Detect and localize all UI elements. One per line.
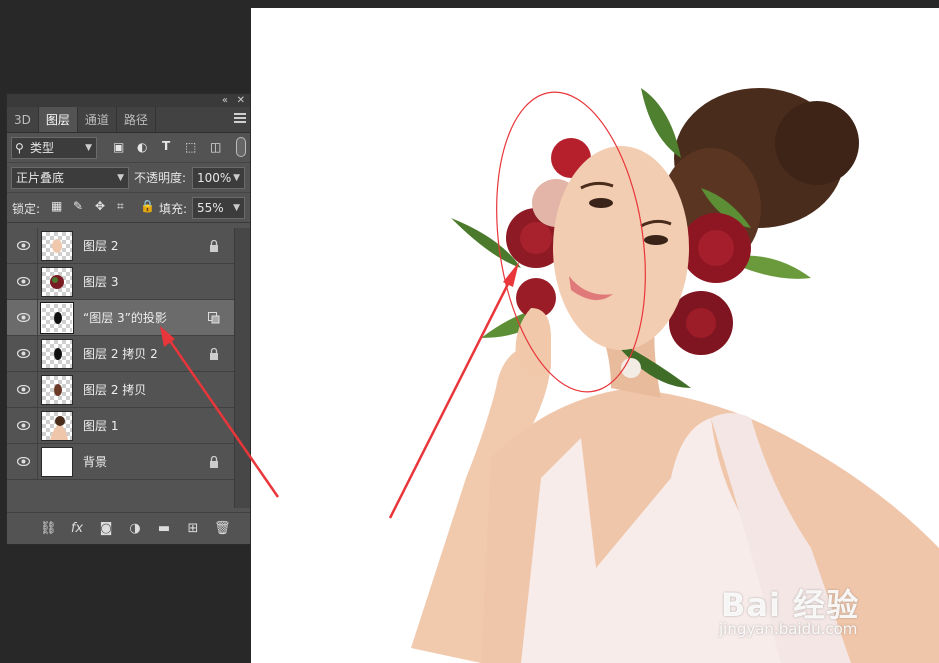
opacity-value: 100% xyxy=(197,171,232,185)
adjustment-filter-icon[interactable]: ◐ xyxy=(137,140,147,154)
layer-row[interactable]: 图层 3 xyxy=(7,264,235,300)
layer-thumbnail xyxy=(41,339,73,369)
lock-icon xyxy=(210,240,218,252)
fx-icon[interactable]: fx xyxy=(69,521,85,536)
adjustment-icon[interactable]: ◑ xyxy=(127,521,143,536)
tab-channels[interactable]: 通道 xyxy=(78,107,117,132)
panel-menu-icon[interactable] xyxy=(234,113,246,125)
divider xyxy=(37,228,38,264)
layer-thumbnail xyxy=(40,302,74,334)
opacity-field[interactable]: 100% ▼ xyxy=(192,167,245,189)
smart-object-icon xyxy=(208,312,220,324)
search-icon: ⚲ xyxy=(15,141,24,155)
tab-paths[interactable]: 路径 xyxy=(117,107,156,132)
blend-mode-value: 正片叠底 xyxy=(16,171,65,185)
lock-all-icon[interactable]: 🔒 xyxy=(140,199,155,213)
layer-thumbnail xyxy=(41,231,73,261)
layer-list: 图层 2 图层 3 “图层 3”的投影 图层 2 拷贝 2 图层 2 拷贝 图层… xyxy=(7,228,235,508)
link-icon[interactable]: ⛓ xyxy=(40,521,57,536)
filter-row: ⚲ 类型 ▼ ▣ ◐ T ⬚ ◫ xyxy=(7,133,250,163)
layers-panel: « ✕ 3D 图层 通道 路径 ⚲ 类型 ▼ ▣ ◐ T ⬚ ◫ 正片叠底 ▼ … xyxy=(6,93,251,545)
document-canvas[interactable]: Bai 经验 jingyan.baidu.com xyxy=(251,8,939,663)
eye-icon[interactable] xyxy=(17,313,30,322)
divider xyxy=(37,336,38,372)
smart-object-filter-icon[interactable]: ◫ xyxy=(210,140,221,154)
divider xyxy=(37,300,38,336)
blend-mode-select[interactable]: 正片叠底 ▼ xyxy=(11,167,129,189)
divider xyxy=(37,444,38,480)
layers-scrollbar[interactable] xyxy=(234,228,250,508)
layer-row-selected[interactable]: “图层 3”的投影 xyxy=(7,300,235,336)
type-filter-icon[interactable]: T xyxy=(162,139,170,153)
eye-icon[interactable] xyxy=(17,277,30,286)
eye-icon[interactable] xyxy=(17,241,30,250)
lock-transparent-icon[interactable]: ▦ xyxy=(51,199,62,213)
layer-name[interactable]: 图层 2 拷贝 xyxy=(83,372,146,408)
layer-thumbnail xyxy=(41,411,73,441)
eye-icon[interactable] xyxy=(17,421,30,430)
panel-title-bar[interactable]: « ✕ xyxy=(7,94,250,107)
eye-icon[interactable] xyxy=(17,385,30,394)
lock-icon xyxy=(210,456,218,468)
fill-label: 填充: xyxy=(159,202,188,216)
chevron-down-icon: ▼ xyxy=(117,173,124,183)
watermark-url: jingyan.baidu.com xyxy=(719,620,858,638)
lock-artboard-icon[interactable]: ⌗ xyxy=(117,199,124,214)
image-filter-icon[interactable]: ▣ xyxy=(113,140,124,154)
trash-icon[interactable]: 🗑 xyxy=(214,521,231,536)
lock-icon xyxy=(210,348,218,360)
chevron-down-icon: ▼ xyxy=(233,203,240,213)
chevron-down-icon: ▼ xyxy=(233,173,240,183)
filter-kind-select[interactable]: ⚲ 类型 ▼ xyxy=(11,137,97,159)
panel-tabs: 3D 图层 通道 路径 xyxy=(7,107,250,133)
lock-label: 锁定: xyxy=(12,202,41,216)
eye-icon[interactable] xyxy=(17,349,30,358)
layer-row[interactable]: 图层 1 xyxy=(7,408,235,444)
chevron-down-icon: ▼ xyxy=(85,143,92,153)
new-layer-icon[interactable]: ⊞ xyxy=(185,521,201,536)
layer-name[interactable]: 图层 2 xyxy=(83,228,118,264)
layer-name[interactable]: 背景 xyxy=(83,444,107,480)
layer-name[interactable]: 图层 1 xyxy=(83,408,118,444)
layer-row[interactable]: 图层 2 xyxy=(7,228,235,264)
filter-kind-label: 类型 xyxy=(30,141,55,155)
layer-thumbnail xyxy=(41,267,73,297)
divider xyxy=(37,372,38,408)
layer-row[interactable]: 图层 2 拷贝 2 xyxy=(7,336,235,372)
lock-position-icon[interactable]: ✥ xyxy=(95,199,105,213)
tab-layers[interactable]: 图层 xyxy=(38,107,78,132)
layer-row[interactable]: 背景 xyxy=(7,444,235,480)
layer-name[interactable]: 图层 3 xyxy=(83,264,118,300)
eye-icon[interactable] xyxy=(17,457,30,466)
fill-value: 55% xyxy=(197,201,224,215)
layer-name[interactable]: 图层 2 拷贝 2 xyxy=(83,336,158,372)
layer-thumbnail xyxy=(41,375,73,405)
opacity-label: 不透明度: xyxy=(134,171,187,185)
collapse-icon[interactable]: « xyxy=(222,94,228,107)
layer-thumbnail xyxy=(41,447,73,477)
filter-toggle[interactable] xyxy=(236,137,246,157)
tab-3d[interactable]: 3D xyxy=(7,107,39,132)
fill-field[interactable]: 55% ▼ xyxy=(192,197,245,219)
close-icon[interactable]: ✕ xyxy=(237,94,245,107)
shape-filter-icon[interactable]: ⬚ xyxy=(185,140,196,154)
layer-row[interactable]: 图层 2 拷贝 xyxy=(7,372,235,408)
divider xyxy=(37,264,38,300)
layer-name[interactable]: “图层 3”的投影 xyxy=(83,300,167,336)
lock-row: 锁定: ▦ ✎ ✥ ⌗ 🔒 填充: 55% ▼ xyxy=(7,193,250,223)
blend-row: 正片叠底 ▼ 不透明度: 100% ▼ xyxy=(7,163,250,193)
divider xyxy=(37,408,38,444)
mask-icon[interactable]: ◙ xyxy=(98,521,114,536)
canvas-photo xyxy=(388,88,939,663)
panel-footer: ⛓ fx ◙ ◑ ▬ ⊞ 🗑 xyxy=(7,512,250,544)
lock-paint-icon[interactable]: ✎ xyxy=(73,199,83,213)
folder-icon[interactable]: ▬ xyxy=(156,521,172,536)
